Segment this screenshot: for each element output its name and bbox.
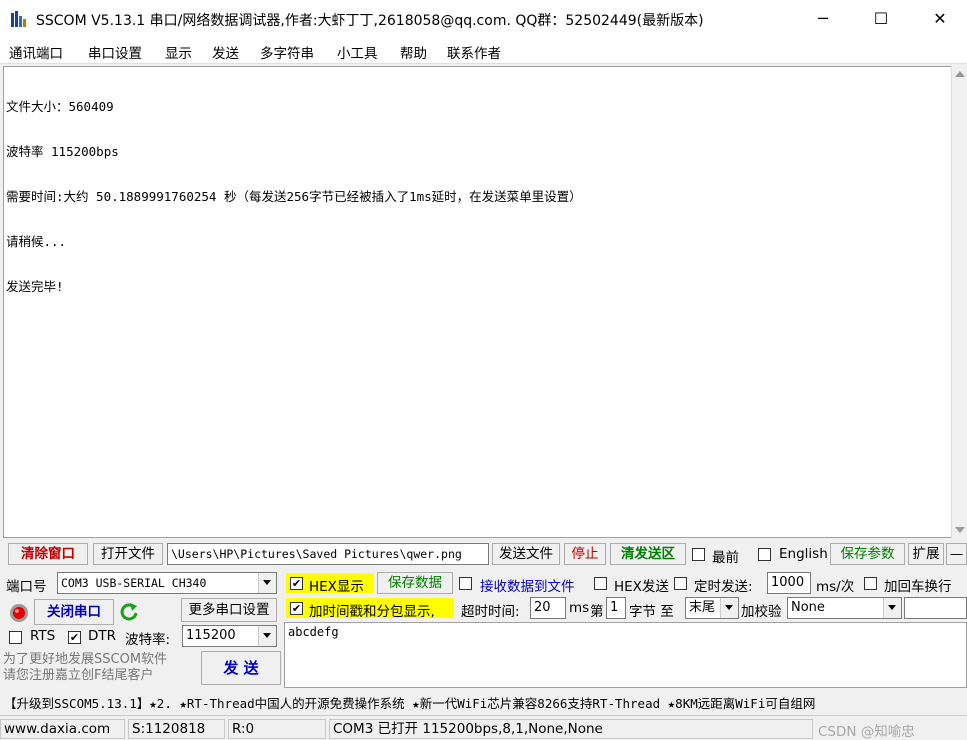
hex-send-checkbox[interactable] (594, 577, 607, 590)
hex-send-label: HEX发送 (614, 579, 669, 595)
send-button[interactable]: 发 送 (201, 651, 281, 685)
menu-contact-author[interactable]: 联系作者 (447, 42, 501, 62)
window-title: SSCOM V5.13.1 串口/网络数据调试器,作者:大虾丁丁,2618058… (36, 13, 704, 29)
title-bar: SSCOM V5.13.1 串口/网络数据调试器,作者:大虾丁丁,2618058… (0, 0, 967, 38)
receive-line: 发送完毕! (6, 279, 64, 294)
expand-button[interactable]: 扩展 (908, 543, 944, 565)
baud-select[interactable]: 115200 (182, 625, 277, 647)
port-select[interactable]: COM3 USB-SERIAL CH340 (57, 572, 277, 594)
file-path-field[interactable]: \Users\HP\Pictures\Saved Pictures\qwer.p… (167, 543, 489, 565)
menu-display[interactable]: 显示 (165, 42, 192, 62)
topmost-label: 最前 (712, 550, 739, 566)
checksum-value: None (791, 600, 825, 615)
clear-window-button[interactable]: 清除窗口 (8, 543, 88, 565)
close-port-button[interactable]: 关闭串口 (34, 599, 114, 625)
byte-end-select[interactable]: 末尾 (685, 597, 739, 619)
baud-label: 波特率: (125, 632, 171, 648)
menu-serial-settings[interactable]: 串口设置 (88, 42, 142, 62)
byte-prefix-label: 第 (590, 604, 604, 620)
save-data-button[interactable]: 保存数据 (377, 572, 453, 594)
menu-tools[interactable]: 小工具 (337, 42, 378, 62)
english-checkbox[interactable] (758, 548, 771, 561)
timestamp-label: 加时间戳和分包显示, (309, 604, 435, 620)
byte-index-input[interactable]: 1 (606, 597, 626, 619)
rts-checkbox[interactable] (9, 631, 22, 644)
baud-select-value: 115200 (186, 628, 236, 643)
menu-bar: 通讯端口 串口设置 显示 发送 多字符串 小工具 帮助 联系作者 (0, 38, 967, 64)
chevron-down-icon[interactable] (258, 626, 276, 646)
port-label: 端口号 (6, 579, 47, 595)
send-text: abcdefg (288, 625, 339, 639)
topmost-checkbox[interactable] (692, 548, 705, 561)
app-icon (11, 11, 26, 27)
timeout-unit-label: ms (569, 600, 590, 616)
menu-multi-string[interactable]: 多字符串 (260, 42, 314, 62)
timestamp-checkbox[interactable]: ✔ (290, 602, 303, 615)
chevron-down-icon[interactable] (883, 598, 901, 618)
send-file-button[interactable]: 发送文件 (492, 543, 560, 565)
timed-interval-input[interactable]: 1000 (767, 572, 811, 594)
receive-line: 需要时间:大约 50.1889991760254 秒（每发送256字节已经被插入… (6, 189, 582, 204)
clear-send-button[interactable]: 清发送区 (610, 543, 686, 565)
receive-scrollbar[interactable] (951, 66, 967, 538)
english-label: English (779, 546, 828, 562)
timed-send-checkbox[interactable] (674, 577, 687, 590)
timed-send-label: 定时发送: (694, 579, 753, 595)
open-file-button[interactable]: 打开文件 (93, 543, 163, 565)
stop-button[interactable]: 停止 (564, 543, 606, 565)
dtr-checkbox[interactable]: ✔ (68, 631, 81, 644)
refresh-icon[interactable] (118, 601, 140, 623)
receive-line: 文件大小：560409 (6, 99, 114, 114)
timed-unit-label: ms/次 (816, 579, 855, 595)
watermark-text: CSDN @知喻忠 (818, 724, 915, 740)
status-sent-count: S:1120818 (128, 719, 225, 739)
news-ticker[interactable]: 【升级到SSCOM5.13.1】★2. ★RT-Thread中国人的开源免费操作… (4, 693, 964, 711)
status-received-count: R:0 (228, 719, 326, 739)
minimize-button[interactable]: ─ (800, 0, 846, 38)
close-button[interactable]: ✕ (917, 0, 963, 38)
collapse-button[interactable]: — (946, 543, 967, 565)
timeout-label: 超时时间: (461, 604, 520, 620)
status-bar: www.daxia.com S:1120818 R:0 COM3 已打开 115… (0, 715, 967, 740)
recv-to-file-checkbox[interactable] (459, 577, 472, 590)
menu-send[interactable]: 发送 (212, 42, 239, 62)
chevron-down-icon[interactable] (258, 573, 276, 593)
scroll-up-icon[interactable] (955, 71, 965, 77)
byte-end-value: 末尾 (689, 600, 716, 615)
dtr-label: DTR (88, 628, 117, 644)
receive-area[interactable]: 文件大小：560409 波特率 115200bps 需要时间:大约 50.188… (3, 66, 954, 538)
hex-display-checkbox[interactable]: ✔ (290, 577, 303, 590)
receive-line: 波特率 115200bps (6, 144, 119, 159)
menu-help[interactable]: 帮助 (400, 42, 427, 62)
byte-range-label: 字节 至 (629, 604, 674, 620)
recv-to-file-label: 接收数据到文件 (480, 579, 575, 595)
checksum-select[interactable]: None (787, 597, 902, 619)
send-text-area[interactable]: abcdefg (284, 622, 967, 688)
port-select-value: COM3 USB-SERIAL CH340 (61, 576, 207, 590)
hex-display-label: HEX显示 (309, 579, 364, 595)
menu-comm-port[interactable]: 通讯端口 (9, 42, 63, 62)
save-params-button[interactable]: 保存参数 (830, 543, 905, 565)
checksum-label: 加校验 (741, 604, 782, 620)
maximize-button[interactable]: ☐ (858, 0, 904, 38)
timeout-input[interactable]: 20 (530, 597, 566, 619)
add-crlf-checkbox[interactable] (864, 577, 877, 590)
port-status-light-icon (10, 604, 28, 622)
promo-text: 为了更好地发展SSCOM软件 请您注册嘉立创F结尾客户 (3, 652, 168, 683)
status-website[interactable]: www.daxia.com (0, 719, 125, 739)
status-port-info: COM3 已打开 115200bps,8,1,None,None (329, 719, 813, 739)
scroll-down-icon[interactable] (955, 527, 965, 533)
receive-text: 文件大小：560409 波特率 115200bps 需要时间:大约 50.188… (6, 69, 582, 324)
receive-line: 请稍候... (6, 234, 67, 249)
more-settings-button[interactable]: 更多串口设置 (181, 598, 277, 622)
add-crlf-label: 加回车换行 (884, 579, 952, 595)
extra-field[interactable] (904, 597, 967, 619)
rts-label: RTS (30, 628, 56, 644)
chevron-down-icon[interactable] (720, 598, 738, 618)
